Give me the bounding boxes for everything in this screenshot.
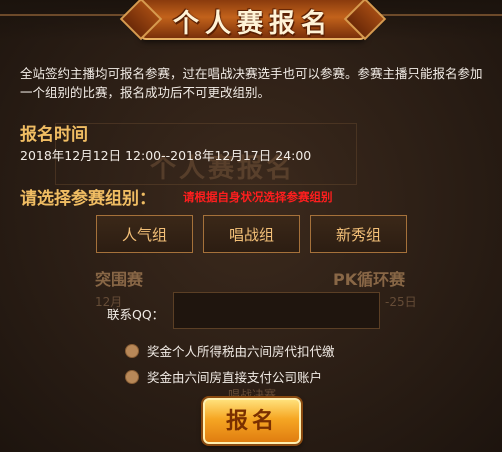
- time-section-title: 报名时间: [20, 125, 88, 145]
- background-label-right: PK循环赛: [333, 270, 406, 289]
- payout-option-company[interactable]: 奖金由六间房直接支付公司账户: [125, 367, 322, 386]
- header-divider-left: [0, 14, 140, 16]
- payout-option-tax[interactable]: 奖金个人所得税由六间房代扣代缴: [125, 341, 335, 360]
- background-label-left: 突围赛: [95, 270, 144, 289]
- background-date-right: -25日: [385, 295, 417, 309]
- page-title: 个人赛报名: [172, 9, 333, 39]
- qq-label: 联系QQ：: [107, 307, 165, 322]
- submit-button[interactable]: 报名: [203, 398, 301, 444]
- intro-text: 全站签约主播均可报名参赛，过在唱战决赛选手也可以参赛。参赛主播只能报名参加一个组…: [20, 66, 483, 100]
- qq-input[interactable]: [173, 292, 380, 329]
- registration-panel: 个人赛报名 个人赛报名 突围赛 12月 PK循环赛 -25日 唱战决赛 全站签约…: [0, 0, 502, 452]
- payout-option-company-label: 奖金由六间房直接支付公司账户: [147, 370, 323, 385]
- group-hint: 请根据自身状况选择参赛组别: [183, 190, 333, 204]
- radio-company[interactable]: [125, 370, 139, 384]
- payout-option-tax-label: 奖金个人所得税由六间房代扣代缴: [147, 344, 335, 359]
- header-banner: 个人赛报名: [140, 0, 366, 40]
- group-button-newcomer[interactable]: 新秀组: [310, 215, 407, 253]
- group-button-singing-battle[interactable]: 唱战组: [203, 215, 300, 253]
- group-section-title: 请选择参赛组别：: [20, 189, 156, 209]
- group-button-popularity[interactable]: 人气组: [96, 215, 193, 253]
- time-range: 2018年12月12日 12:00--2018年12月17日 24:00: [20, 148, 312, 163]
- radio-tax[interactable]: [125, 344, 139, 358]
